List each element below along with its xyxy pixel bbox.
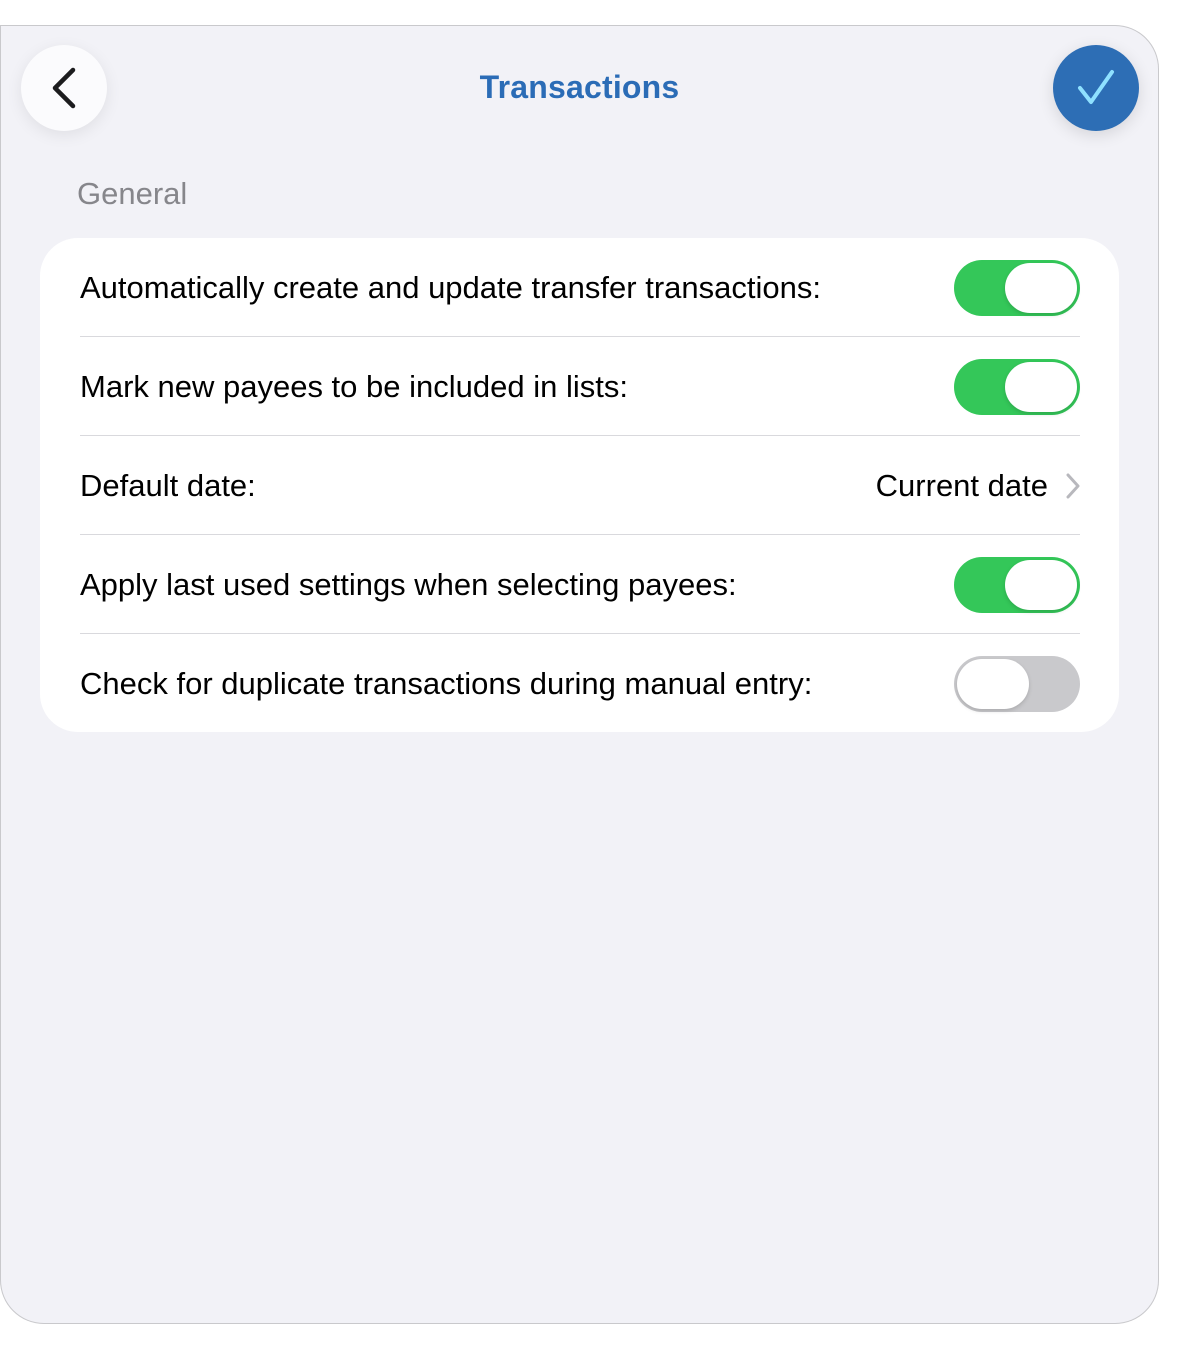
toggle-knob [1005,262,1077,313]
toggle-knob [957,658,1029,709]
setting-row-apply-last-used: Apply last used settings when selecting … [80,535,1080,634]
setting-label: Apply last used settings when selecting … [80,566,737,602]
toggle-knob [1005,361,1077,412]
check-duplicates-toggle[interactable] [954,655,1080,712]
setting-row-auto-transfer: Automatically create and update transfer… [80,238,1080,337]
setting-row-mark-payees: Mark new payees to be included in lists: [80,337,1080,436]
default-date-selector[interactable]: Current date [876,468,1080,504]
chevron-right-icon [1066,473,1080,499]
setting-row-check-duplicates: Check for duplicate transactions during … [80,634,1080,733]
setting-row-default-date[interactable]: Default date: Current date [80,436,1080,535]
default-date-value: Current date [875,467,1048,503]
page-title: Transactions [479,69,680,105]
done-button[interactable] [1053,45,1139,131]
setting-label: Mark new payees to be included in lists: [80,368,628,404]
settings-sheet: Transactions General Automatically creat… [0,25,1159,1324]
setting-label: Check for duplicate transactions during … [80,665,813,701]
auto-transfer-toggle[interactable] [954,259,1080,316]
toggle-knob [1005,559,1077,610]
checkmark-icon [1078,70,1114,104]
section-header-general: General [77,176,188,211]
apply-last-used-toggle[interactable] [954,556,1080,613]
mark-payees-toggle[interactable] [954,358,1080,415]
settings-card: Automatically create and update transfer… [40,238,1119,732]
setting-label: Default date: [80,467,256,503]
setting-label: Automatically create and update transfer… [80,269,821,305]
